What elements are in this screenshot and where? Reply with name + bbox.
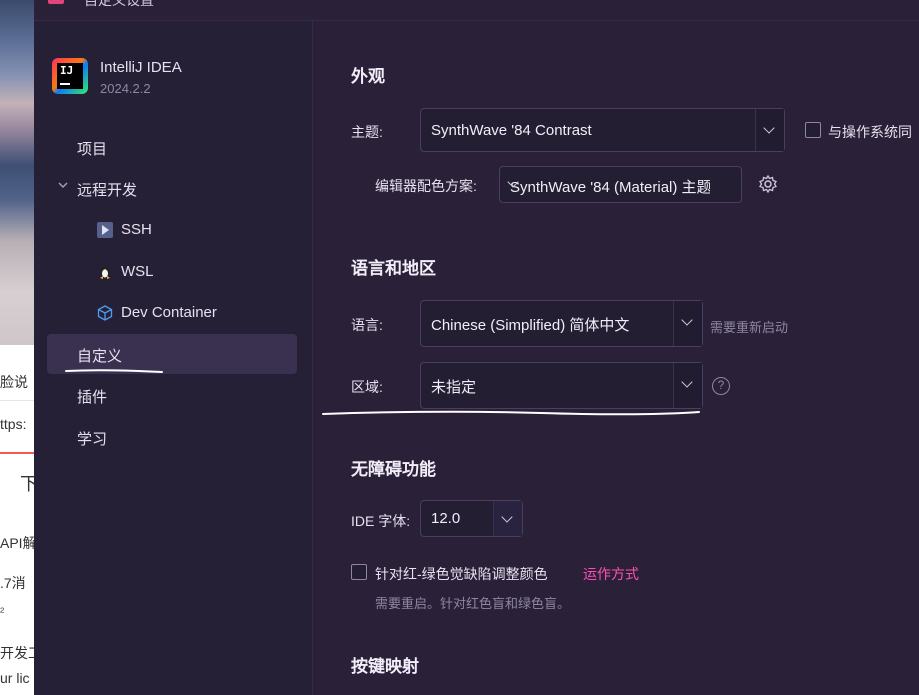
restart-required-hint: 需要重新启动 [710,320,789,335]
background-browser-page: 脸说 ttps: 下 API解 .7消 ² 开发工 ur lic [0,0,34,695]
intellij-logo-icon: IJ [52,58,88,94]
sidebar-item-dev-container[interactable]: Dev Container [47,293,297,333]
theme-select[interactable]: SynthWave '84 Contrast [420,108,785,152]
sidebar-item-label: 远程开发 [77,182,138,199]
editor-scheme-select[interactable]: SynthWave '84 (Material) 主题 [499,166,742,203]
background-text: 开发工 [0,645,34,661]
window-title: 自定义设置 [84,0,154,8]
chevron-down-icon[interactable] [57,179,69,194]
section-heading-accessibility: 无障碍功能 [351,460,436,479]
section-heading-keymap: 按键映射 [351,657,419,676]
sidebar-item-wsl[interactable]: WSL [47,252,297,292]
help-icon[interactable]: ? [712,377,730,395]
background-text: 下 [20,474,34,494]
sidebar-item-label: 插件 [77,389,108,406]
sidebar-item-label: 自定义 [77,348,123,365]
background-text: ² [0,604,5,619]
theme-label: 主题: [351,124,383,140]
ide-font-label: IDE 字体: [351,513,411,529]
background-text: ttps: [0,416,27,432]
hand-drawn-underline [322,410,700,416]
customize-panel: 外观 主题: SynthWave '84 Contrast 与操作系统同 编辑器… [313,21,919,695]
sidebar-item-ssh[interactable]: SSH [47,210,297,250]
background-photo [0,0,34,345]
sidebar-item-plugins[interactable]: 插件 [47,375,297,415]
app-icon [48,0,64,4]
app-version: 2024.2.2 [100,81,151,96]
sidebar-item-label: 项目 [77,141,108,158]
welcome-dialog: 自定义设置 IJ IntelliJ IDEA 2024.2.2 项目 远程开发 [34,0,919,695]
sidebar-item-label: 学习 [77,431,108,448]
section-heading-appearance: 外观 [351,67,385,86]
theme-select-value: SynthWave '84 Contrast [431,122,592,139]
language-select-value: Chinese (Simplified) 简体中文 [431,317,630,334]
title-bar: 自定义设置 [34,0,919,21]
how-it-works-link[interactable]: 运作方式 [583,564,639,584]
color-blind-label: 针对红-绿色觉缺陷调整颜色 [375,566,548,582]
screen: 脸说 ttps: 下 API解 .7消 ² 开发工 ur lic 自定义设置 I… [0,0,919,695]
sidebar: IJ IntelliJ IDEA 2024.2.2 项目 远程开发 SSH WS… [34,21,313,695]
dropdown-arrow-box [493,501,522,536]
dropdown-arrow-box [755,109,784,151]
hand-drawn-underline [65,369,163,373]
ide-font-size-select[interactable]: 12.0 [420,500,523,537]
region-select-value: 未指定 [431,379,477,396]
sidebar-item-label: SSH [121,221,152,238]
region-select[interactable]: 未指定 [420,362,703,409]
region-label: 区域: [351,379,383,395]
editor-scheme-value: SynthWave '84 (Material) 主题 [510,179,710,196]
sidebar-item-learn[interactable]: 学习 [47,417,297,457]
sidebar-item-label: WSL [121,263,154,280]
app-name: IntelliJ IDEA [100,59,182,76]
color-blind-checkbox[interactable] [351,564,367,580]
chevron-down-icon [763,122,775,134]
sync-with-os-checkbox[interactable] [805,122,821,138]
logo-text: IJ [60,64,74,77]
language-select[interactable]: Chinese (Simplified) 简体中文 [420,300,703,347]
linux-penguin-icon [97,264,113,280]
sync-with-os-label: 与操作系统同 [828,124,912,140]
ide-font-size-value: 12.0 [431,510,461,527]
section-heading-language: 语言和地区 [351,259,436,278]
sidebar-item-projects[interactable]: 项目 [47,127,297,167]
color-blind-hint: 需要重启。针对红色盲和绿色盲。 [375,596,571,611]
editor-scheme-label: 编辑器配色方案: [375,178,477,194]
sidebar-item-remote-dev[interactable]: 远程开发 [47,168,297,208]
language-label: 语言: [351,317,383,333]
chevron-down-icon [681,376,693,388]
dropdown-arrow-box [673,301,702,346]
background-text: 脸说 [0,374,28,390]
background-text: ur lic [0,670,30,686]
cube-icon [97,305,113,321]
divider [0,452,34,454]
divider [0,400,34,401]
dropdown-arrow-box [673,363,702,408]
chevron-down-icon [501,511,513,523]
background-text: .7消 [0,575,26,591]
gear-icon[interactable] [758,174,778,199]
sidebar-item-label: Dev Container [121,304,217,321]
background-text: API解 [0,535,34,551]
ssh-icon [97,222,113,238]
chevron-down-icon [681,314,693,326]
